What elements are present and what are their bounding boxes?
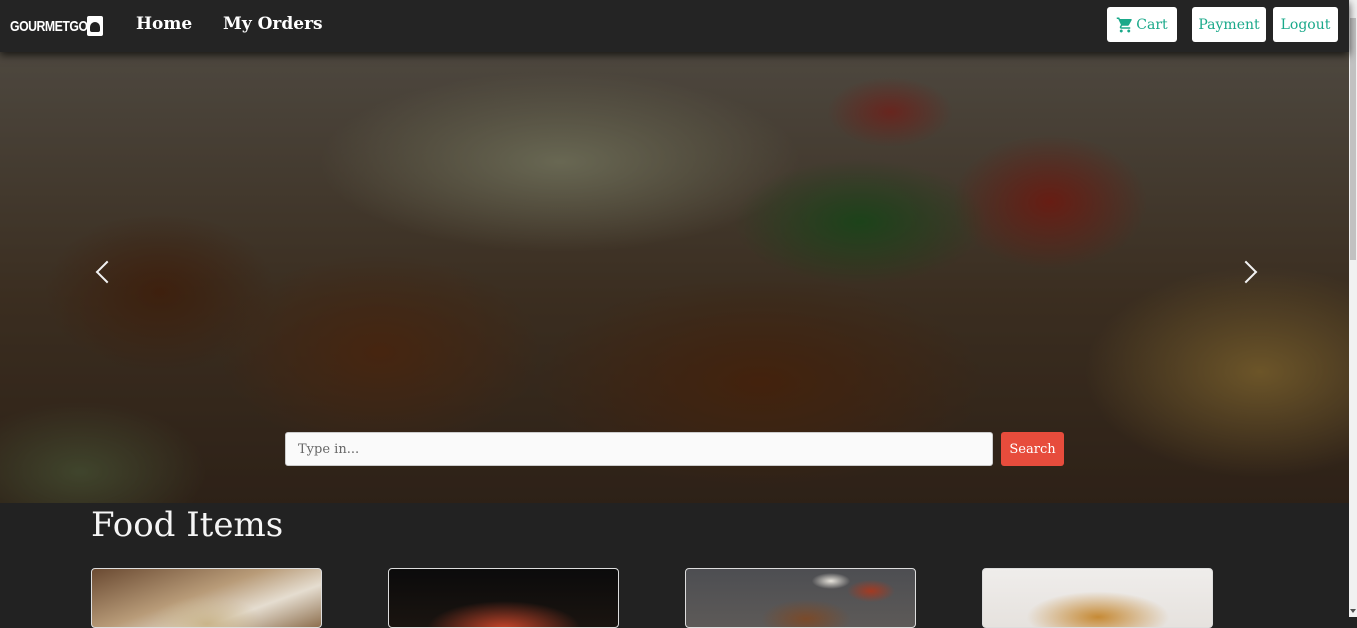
food-card-image[interactable] [91, 568, 322, 628]
scrollbar-thumb[interactable] [1350, 18, 1356, 260]
chevron-right-icon[interactable] [1234, 260, 1258, 284]
nav-my-orders-link[interactable]: My Orders [223, 14, 323, 34]
hero-carousel: Search [0, 52, 1349, 503]
payment-label: Payment [1198, 16, 1260, 33]
logout-button[interactable]: Logout [1273, 7, 1338, 42]
navbar: GOURMETGO Home My Orders Cart Payment Lo… [0, 0, 1349, 52]
brand-logo[interactable]: GOURMETGO [10, 14, 103, 38]
cart-button[interactable]: Cart [1107, 7, 1177, 42]
cart-icon [1117, 17, 1133, 32]
cart-label: Cart [1136, 16, 1168, 33]
food-items-heading: Food Items [91, 505, 284, 545]
scroll-down-arrow-icon[interactable] [1350, 609, 1356, 613]
page-scrollbar[interactable] [1349, 0, 1357, 617]
search-input[interactable] [285, 432, 993, 466]
chef-logo-icon [87, 16, 103, 36]
brand-name: GOURMETGO [10, 17, 88, 35]
food-card-image[interactable] [685, 568, 916, 628]
search-button[interactable]: Search [1001, 432, 1064, 466]
payment-button[interactable]: Payment [1192, 7, 1266, 42]
food-card-image[interactable] [388, 568, 619, 628]
logout-label: Logout [1280, 16, 1331, 33]
nav-home-link[interactable]: Home [136, 14, 192, 34]
chevron-left-icon[interactable] [95, 260, 119, 284]
food-card-image[interactable] [982, 568, 1213, 628]
